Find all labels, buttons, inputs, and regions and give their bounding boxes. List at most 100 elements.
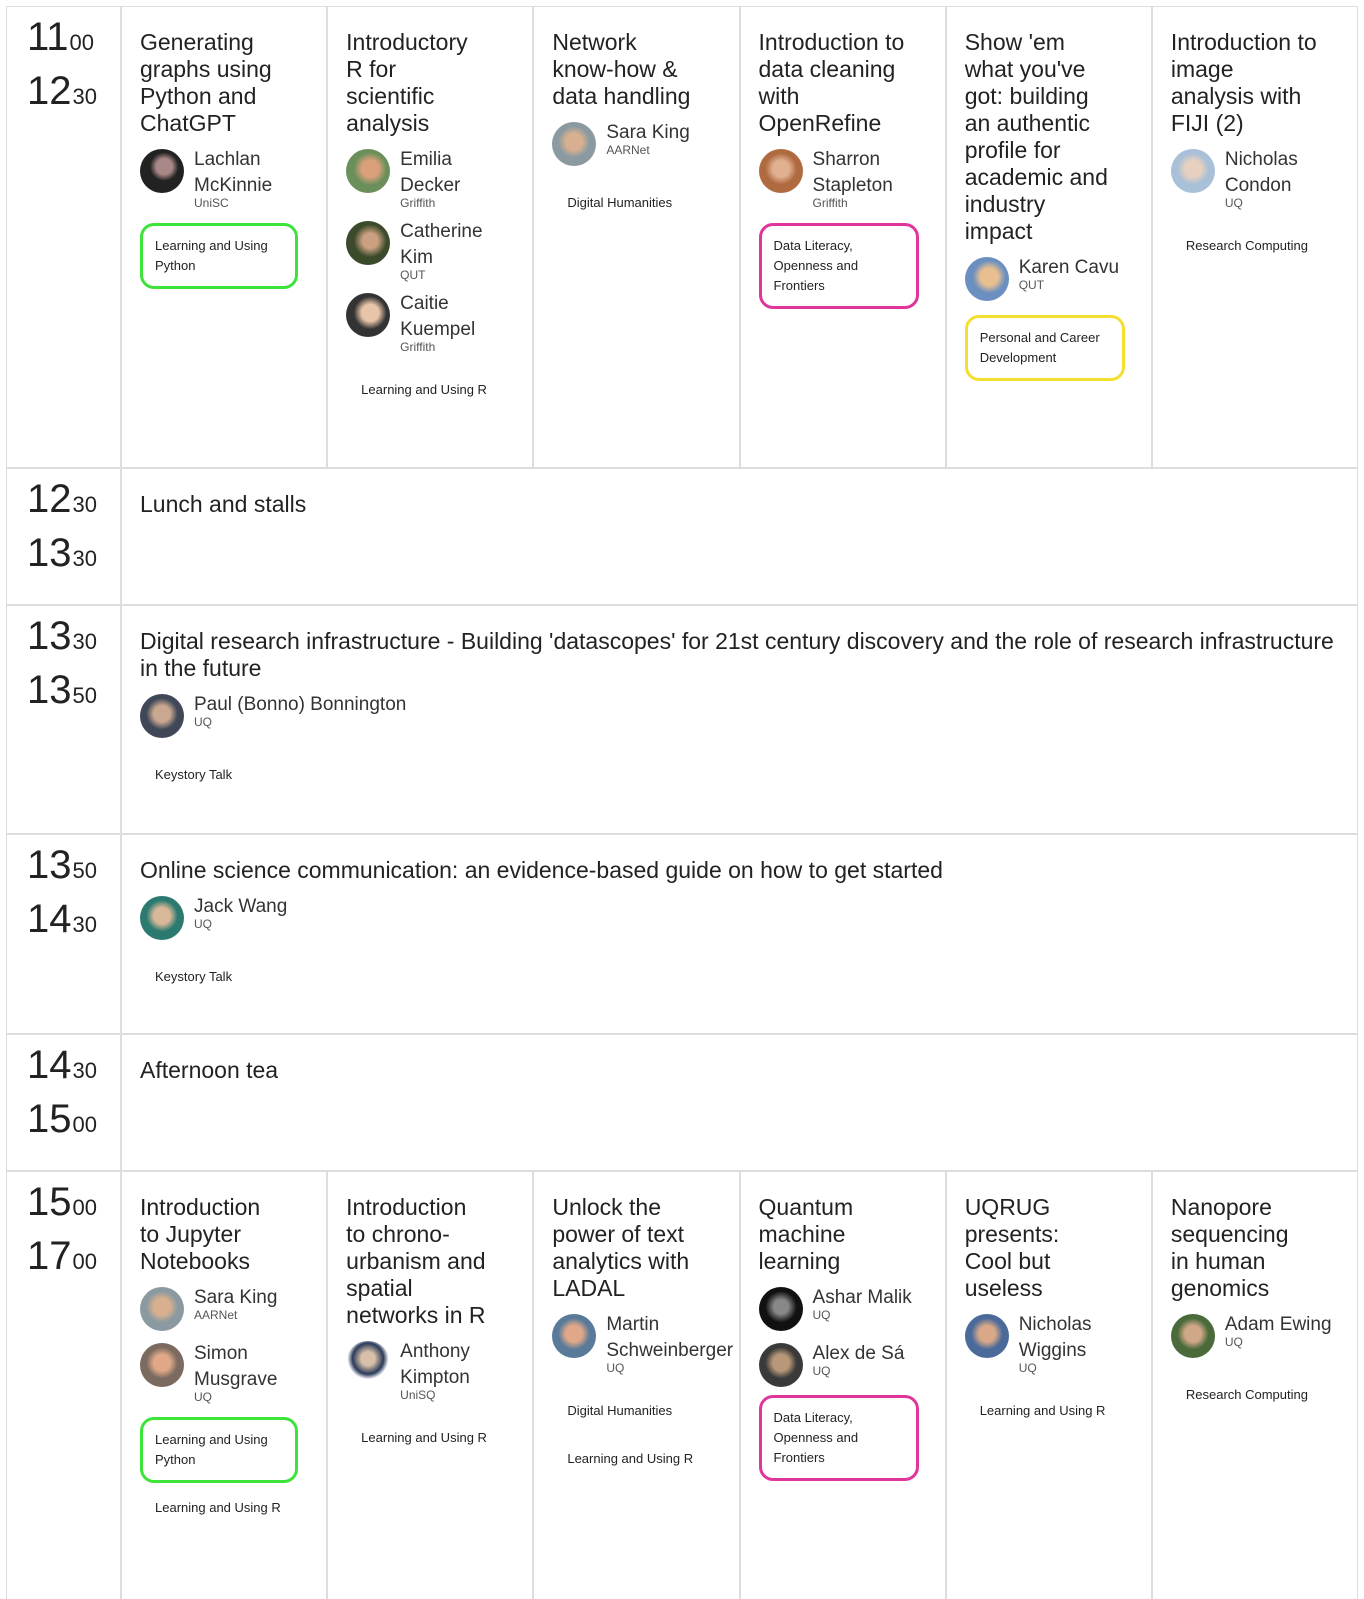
session-title[interactable]: Digital research infrastructure - Buildi… (140, 628, 1339, 682)
speaker[interactable]: Ashar Malik UQ (758, 1285, 933, 1331)
avatar (346, 149, 391, 193)
session-card[interactable]: Show 'em what you've got: building an au… (947, 7, 1153, 467)
speaker[interactable]: Paul (Bonno) Bonnington UQ (140, 692, 1339, 738)
topic-tag[interactable]: Digital Humanities (552, 180, 687, 226)
session-card[interactable]: Digital research infrastructure - Buildi… (122, 606, 1358, 833)
topic-tag[interactable]: Learning and Using R (965, 1388, 1121, 1434)
start-time: 1100 (27, 15, 95, 59)
avatar (1170, 1314, 1215, 1358)
speaker-name: Simon Musgrave (194, 1343, 278, 1390)
timeslot-row: 1500 1700 Introduction to Jupyter Notebo… (6, 1172, 1359, 1599)
session-card[interactable]: Online science communication: an evidenc… (122, 835, 1358, 1033)
session-title[interactable]: Introduction to data cleaning with OpenR… (759, 29, 909, 137)
speaker[interactable]: Emilia Decker Griffith (346, 147, 520, 209)
topic-tag[interactable]: Learning and Using R (346, 367, 502, 413)
session-card[interactable]: Introduction to Jupyter Notebooks Sara K… (122, 1172, 329, 1599)
session-title[interactable]: Introductory R for scientific analysis (346, 29, 476, 137)
speaker[interactable]: Sara King AARNet (140, 1285, 314, 1331)
speaker[interactable]: Caitie Kuempel Griffith (346, 291, 520, 353)
session-title[interactable]: Network know-how & data handling (552, 29, 692, 110)
speaker-name: Catherine Kim (400, 221, 483, 268)
topic-tag[interactable]: Research Computing (1171, 1372, 1323, 1418)
speaker-name: Paul (Bonno) Bonnington (194, 694, 407, 715)
speaker[interactable]: Jack Wang UQ (140, 894, 1339, 940)
speaker[interactable]: Anthony Kimpton UniSQ (346, 1339, 520, 1401)
session-card[interactable]: Nanopore sequencing in human genomics Ad… (1153, 1172, 1359, 1599)
speaker[interactable]: Martin Schweinberger UQ (552, 1312, 733, 1374)
avatar (552, 122, 597, 166)
session-card[interactable]: Introductory R for scientific analysis E… (328, 7, 535, 467)
timeslot-label: 1350 1430 (6, 835, 122, 1033)
speaker-name: Emilia Decker (400, 149, 461, 196)
speaker[interactable]: Catherine Kim QUT (346, 219, 520, 281)
speaker[interactable]: Simon Musgrave UQ (140, 1341, 314, 1403)
session-title[interactable]: Unlock the power of text analytics with … (552, 1194, 702, 1302)
session-title[interactable]: Quantum machine learning (759, 1194, 899, 1275)
speaker[interactable]: Lachlan McKinnie UniSC (140, 147, 314, 209)
topic-tag[interactable]: Learning and Using R (552, 1436, 708, 1482)
session-title[interactable]: Introduction to Jupyter Notebooks (140, 1194, 280, 1275)
end-time: 1230 (27, 69, 97, 113)
speaker[interactable]: Karen Cavu QUT (964, 255, 1139, 301)
topic-tag[interactable]: Personal and Career Development (964, 315, 1125, 381)
start-time: 1500 (27, 1180, 97, 1224)
topic-tag[interactable]: Learning and Using R (346, 1415, 502, 1461)
speaker[interactable]: Alex de Sá UQ (758, 1341, 933, 1387)
speaker[interactable]: Adam Ewing UQ (1170, 1312, 1345, 1358)
avatar (140, 149, 184, 193)
session-card[interactable]: Introduction to image analysis with FIJI… (1153, 7, 1359, 467)
avatar (140, 1343, 184, 1387)
session-card[interactable]: Introduction to chrono-urbanism and spat… (328, 1172, 535, 1599)
avatar (140, 694, 184, 738)
session-card[interactable]: Unlock the power of text analytics with … (534, 1172, 741, 1599)
start-time: 1230 (27, 477, 97, 521)
end-time: 1350 (27, 668, 97, 712)
end-time: 1430 (27, 897, 97, 941)
avatar (758, 1343, 803, 1387)
avatar (140, 896, 184, 940)
topic-tag[interactable]: Data Literacy, Openness and Frontiers (758, 223, 919, 309)
session-title[interactable]: Nanopore sequencing in human genomics (1171, 1194, 1311, 1302)
topic-tag[interactable]: Research Computing (1171, 223, 1323, 269)
timeslot-row: 1430 1500 Afternoon tea (6, 1035, 1358, 1172)
topic-tag[interactable]: Learning and Using Python (140, 1417, 298, 1483)
avatar (140, 1287, 184, 1331)
avatar (964, 257, 1009, 301)
topic-tag[interactable]: Keystory Talk (140, 954, 247, 1000)
end-time: 1500 (27, 1097, 97, 1141)
speaker[interactable]: Sara King AARNet (552, 120, 726, 166)
timeslot-label: 1100 1230 (6, 7, 122, 467)
avatar (758, 1287, 803, 1331)
session-card[interactable]: Generating graphs using Python and ChatG… (122, 7, 329, 467)
session-title[interactable]: Generating graphs using Python and ChatG… (140, 29, 314, 137)
speaker-name: Lachlan McKinnie (194, 149, 273, 196)
session-title[interactable]: Online science communication: an evidenc… (140, 857, 1339, 884)
session-card[interactable]: UQRUG presents: Cool but useless Nichola… (947, 1172, 1153, 1599)
timeslot-label: 1330 1350 (6, 606, 122, 833)
speaker-name: Anthony Kimpton (400, 1341, 470, 1388)
speaker[interactable]: Nicholas Wiggins UQ (964, 1312, 1139, 1374)
session-title[interactable]: Show 'em what you've got: building an au… (965, 29, 1115, 245)
break-title: Afternoon tea (140, 1057, 279, 1083)
timeslot-label: 1230 1330 (6, 469, 122, 604)
speaker[interactable]: Sharron Stapleton Griffith (758, 147, 933, 209)
speaker-name: Sharron Stapleton (812, 149, 893, 196)
end-time: 1330 (27, 531, 97, 575)
speaker-name: Nicholas Condon (1224, 149, 1298, 196)
session-title[interactable]: UQRUG presents: Cool but useless (965, 1194, 1105, 1302)
session-card[interactable]: Network know-how & data handling Sara Ki… (534, 7, 741, 467)
speaker-name: Nicholas Wiggins (1018, 1314, 1092, 1361)
topic-tag[interactable]: Data Literacy, Openness and Frontiers (758, 1395, 919, 1481)
start-time: 1330 (27, 614, 97, 658)
speaker[interactable]: Nicholas Condon UQ (1170, 147, 1345, 209)
break-title: Lunch and stalls (140, 491, 307, 517)
avatar (346, 293, 391, 337)
topic-tag[interactable]: Keystory Talk (140, 752, 247, 798)
session-title[interactable]: Introduction to chrono-urbanism and spat… (346, 1194, 486, 1329)
topic-tag[interactable]: Learning and Using Python (140, 223, 298, 289)
session-card[interactable]: Introduction to data cleaning with OpenR… (741, 7, 947, 467)
session-card[interactable]: Quantum machine learning Ashar Malik UQ … (741, 1172, 947, 1599)
topic-tag[interactable]: Learning and Using R (140, 1485, 296, 1531)
topic-tag[interactable]: Digital Humanities (552, 1388, 687, 1434)
session-title[interactable]: Introduction to image analysis with FIJI… (1171, 29, 1321, 137)
